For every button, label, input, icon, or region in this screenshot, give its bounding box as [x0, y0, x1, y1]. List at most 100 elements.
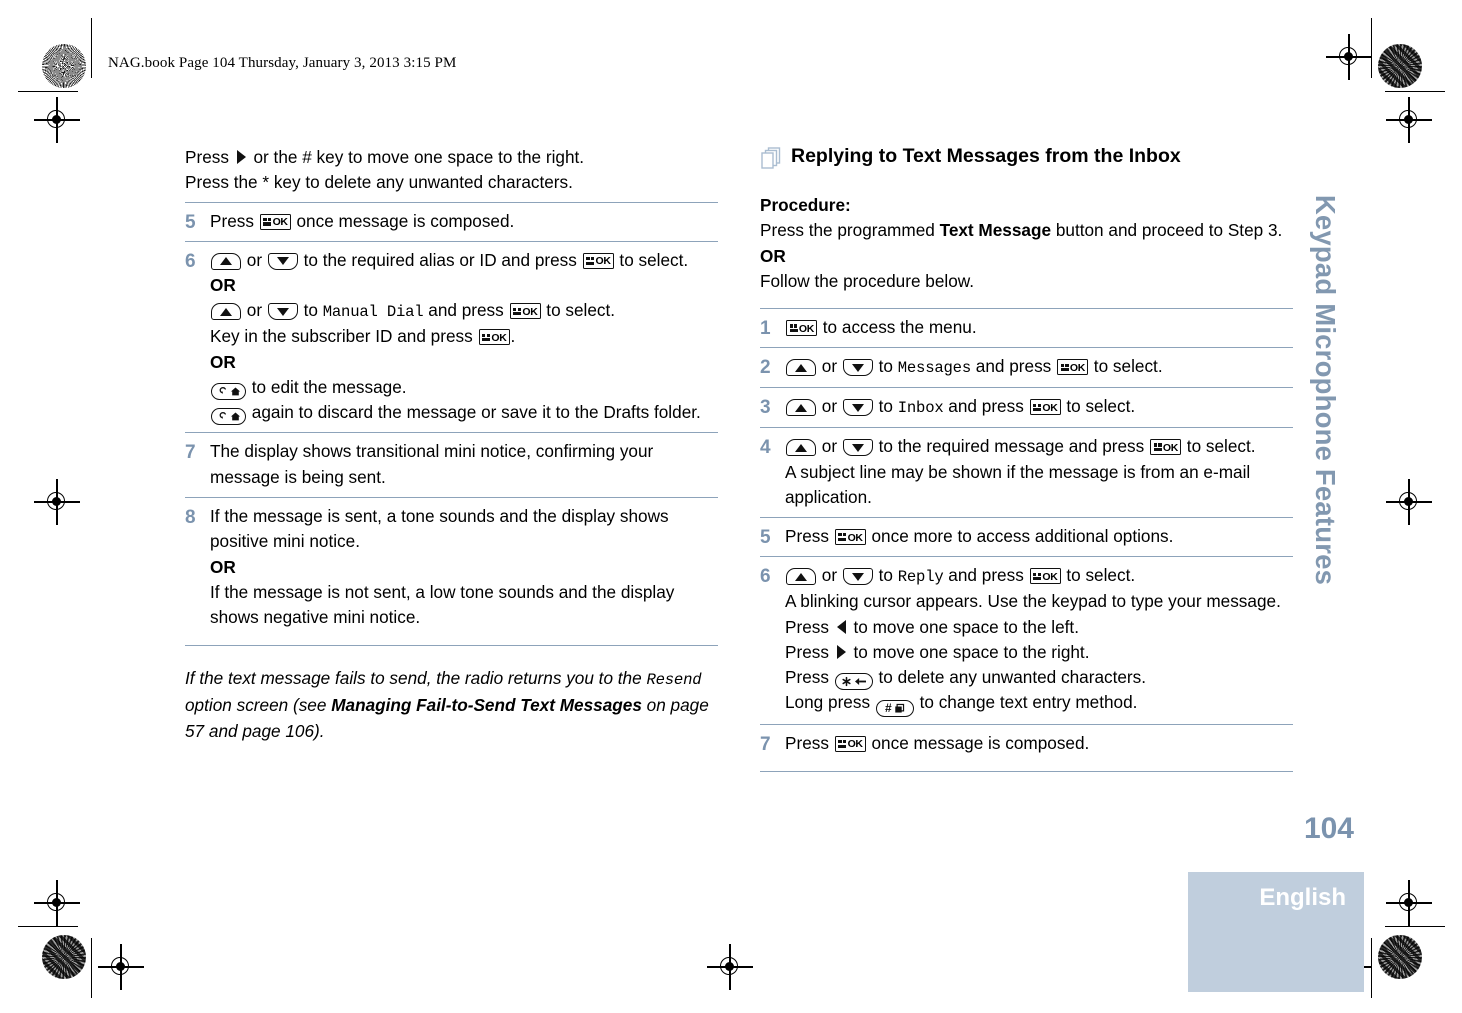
step-line: Press to delete any unwanted characters. — [785, 665, 1293, 691]
up-arrow-key-icon — [786, 399, 816, 417]
step-text: Press OK once message is composed. — [785, 731, 1293, 763]
step-number: 6 — [760, 566, 771, 588]
procedure-step: 7 The display shows transitional mini not… — [185, 432, 718, 497]
step-line: OK to access the menu. — [785, 315, 1293, 340]
step-text: or to the required alias or ID and press… — [210, 248, 718, 433]
intro-line: Press or the # key to move one space to … — [185, 147, 585, 167]
ui-string-text: Manual Dial — [322, 303, 424, 322]
step-text: The display shows transitional mini noti… — [210, 439, 718, 497]
down-arrow-key-icon — [267, 252, 298, 270]
down-arrow-key-icon — [842, 359, 873, 377]
step-line: OR — [210, 350, 718, 375]
step-line: The display shows transitional mini noti… — [210, 441, 654, 487]
ok-key-icon: OK — [509, 303, 541, 320]
step-text: or to Inbox and press OK to select. — [785, 394, 1293, 427]
down-arrow-key-icon — [267, 303, 298, 321]
ok-key-icon: OK — [1029, 568, 1061, 585]
section-heading: Replying to Text Messages from the Inbox — [760, 145, 1293, 176]
procedure-step: 5 Press OK once message is composed. — [185, 201, 718, 241]
step-line: to edit the message. — [210, 375, 718, 400]
ok-key-icon: OK — [834, 735, 866, 752]
page-number: 104 — [1303, 812, 1354, 845]
step-line: or to Messages and press OK to select. — [785, 354, 1293, 380]
step-number: 5 — [760, 527, 771, 549]
ok-key-icon: OK — [834, 529, 866, 546]
step-line: If the message is sent, a tone sounds an… — [210, 506, 669, 552]
right-column: Replying to Text Messages from the Inbox… — [760, 145, 1293, 773]
ok-key-icon: OK — [1057, 359, 1089, 376]
section-heading-text: Replying to Text Messages from the Inbox — [791, 145, 1181, 167]
procedure-step: 6 or to Reply and press OK to select. A b… — [760, 556, 1293, 724]
up-arrow-key-icon — [786, 439, 816, 457]
cross-reference-link[interactable]: Managing Fail-to-Send Text Messages — [331, 695, 642, 715]
ui-string-text: Reply — [897, 568, 944, 587]
stacked-pages-icon — [760, 147, 782, 176]
step-number: 2 — [760, 357, 771, 379]
step-line: Press OK once message is composed. — [785, 732, 1090, 753]
step-text: Press OK once message is composed. — [210, 209, 718, 241]
step-line: Key in the subscriber ID and press OK. — [210, 326, 516, 347]
step-line: or to the required message and press OK … — [785, 434, 1293, 459]
ok-key-icon: OK — [582, 252, 614, 269]
language-bar: English — [1188, 872, 1364, 992]
step-line: Press OK once message is composed. — [210, 210, 515, 231]
left-intro-block: Press or the # key to move one space to … — [185, 145, 718, 196]
ui-string-text: Inbox — [897, 399, 944, 418]
left-column: Press or the # key to move one space to … — [185, 145, 718, 744]
step-text: Press OK once more to access additional … — [785, 524, 1293, 556]
procedure-step: 8 If the message is sent, a tone sounds a… — [185, 497, 718, 647]
step-text: If the message is sent, a tone sounds an… — [210, 504, 718, 637]
step-line: OR — [210, 273, 718, 298]
up-arrow-key-icon — [786, 359, 816, 377]
step-line: A blinking cursor appears. Use the keypa… — [785, 591, 1281, 612]
ui-string-text: Resend — [646, 671, 702, 690]
procedure-step: 1 OK to access the menu. — [760, 308, 1293, 347]
step-number: 5 — [185, 211, 196, 233]
step-line: Press OK once more to access additional … — [785, 526, 1174, 547]
step-line: or to Inbox and press OK to select. — [785, 394, 1293, 420]
ok-key-icon: OK — [259, 213, 291, 230]
emphasis-text: OR — [210, 556, 236, 577]
step-line: Long press # to change text entry method… — [785, 692, 1138, 717]
right-steps: 1 OK to access the menu. 2 or to Messages … — [760, 308, 1293, 773]
ok-key-icon: OK — [1029, 399, 1061, 416]
procedure-label: Procedure: — [760, 195, 851, 215]
up-arrow-key-icon — [211, 303, 241, 321]
step-line: OR — [210, 555, 718, 580]
step-number: 1 — [760, 318, 771, 340]
step-line: Press to move one space to the right. — [785, 641, 1090, 662]
intro-line: Follow the procedure below. — [760, 270, 975, 291]
down-arrow-key-icon — [842, 439, 873, 457]
step-line: A subject line may be shown if the messa… — [785, 461, 1251, 507]
procedure-step: 2 or to Messages and press OK to select. — [760, 347, 1293, 387]
intro-line: OR — [760, 244, 1293, 269]
up-arrow-key-icon — [786, 568, 816, 586]
back-home-key-icon — [211, 382, 246, 400]
step-number: 8 — [185, 507, 196, 529]
step-text: or to Messages and press OK to select. — [785, 354, 1293, 387]
intro-line: Press the * key to delete any unwanted c… — [185, 172, 573, 193]
sidebar-chapter-title: Keypad Microphone Features — [1310, 194, 1341, 586]
step-line: Press to move one space to the left. — [785, 616, 1079, 637]
hash-key-icon: # — [875, 699, 914, 717]
ok-key-icon: OK — [786, 320, 817, 337]
step-number: 7 — [185, 442, 196, 464]
procedure-step: 6 or to the required alias or ID and pre… — [185, 240, 718, 433]
down-arrow-key-icon — [842, 399, 873, 417]
emphasis-text: OR — [210, 275, 236, 296]
ok-key-icon: OK — [1150, 439, 1182, 456]
procedure-step: 7 Press OK once message is composed. — [760, 723, 1293, 773]
emphasis-text: OR — [760, 245, 786, 266]
step-line: or to Reply and press OK to select. — [785, 563, 1293, 589]
left-arrow-icon — [836, 619, 846, 634]
down-arrow-key-icon — [842, 568, 873, 586]
step-number: 3 — [760, 397, 771, 419]
emphasis-text: Text Message — [939, 220, 1052, 241]
procedure-step: 5 Press OK once more to access additional… — [760, 517, 1293, 556]
step-number: 4 — [760, 437, 771, 459]
step-line: or to Manual Dial and press OK to select… — [210, 298, 718, 324]
right-arrow-icon — [836, 644, 846, 659]
right-arrow-icon — [236, 150, 246, 164]
intro-line: Press the programmed Text Message button… — [760, 220, 1283, 241]
right-intro-block: Press the programmed Text Message button… — [760, 218, 1293, 294]
